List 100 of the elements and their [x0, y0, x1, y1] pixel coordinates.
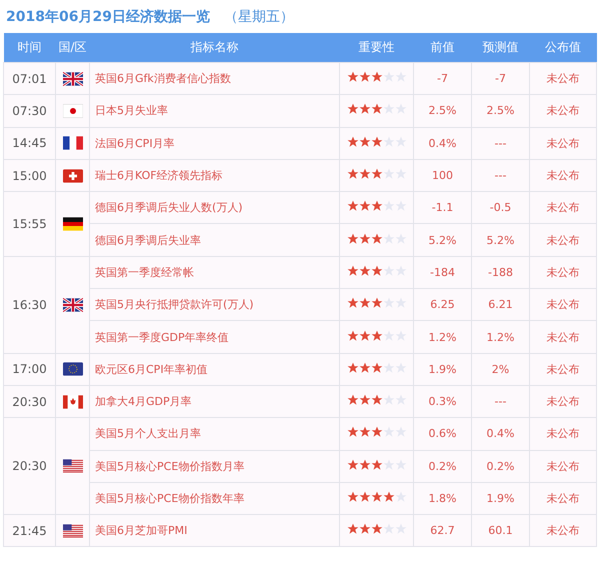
previous-value: 62.7 [430, 524, 455, 538]
star-icon [346, 458, 358, 471]
indicator-name: 英国第一季度GDP年率终值 [95, 330, 229, 344]
page-title: 2018年06月29日经济数据一览 [6, 8, 210, 26]
star-icon [370, 523, 382, 536]
previous-value: 100 [432, 169, 453, 182]
forecast-value: 1.9% [486, 492, 514, 505]
time-cell: 15:55 [12, 216, 47, 231]
time-cell: 07:30 [12, 104, 47, 118]
star-icon [370, 71, 382, 84]
forecast-value: 60.1 [488, 524, 513, 538]
time-cell: 16:30 [12, 298, 47, 312]
star-icon [382, 136, 394, 148]
forecast-value: 5.2% [486, 234, 514, 247]
column-header: 时间 [18, 40, 42, 54]
time-cell: 14:45 [12, 136, 47, 150]
star-icon [358, 264, 370, 277]
actual-value: 未公布 [546, 72, 580, 86]
star-icon [358, 426, 370, 438]
forecast-value: 1.2% [486, 330, 514, 344]
column-header: 重要性 [358, 40, 394, 54]
column-header: 指标名称 [190, 40, 238, 54]
actual-value: 未公布 [546, 524, 580, 538]
actual-value: 未公布 [546, 362, 580, 376]
forecast-value: --- [494, 169, 506, 182]
actual-value: 未公布 [546, 136, 580, 150]
star-icon [358, 394, 370, 406]
previous-value: 1.2% [428, 330, 456, 344]
star-icon [358, 232, 370, 245]
star-icon [382, 362, 394, 374]
star-icon [382, 426, 394, 438]
indicator-name: 英国6月Gfk消费者信心指数 [95, 72, 231, 86]
indicator-name: 德国6月季调后失业人数(万人) [95, 201, 243, 214]
star-icon [358, 330, 370, 342]
indicator-name: 法国6月CPI月率 [95, 136, 175, 150]
star-icon [358, 200, 370, 212]
flag-icon [62, 216, 82, 231]
star-icon [346, 523, 358, 536]
previous-value: -184 [430, 266, 455, 279]
indicator-name: 德国6月季调后失业率 [95, 234, 201, 247]
star-icon [382, 232, 394, 245]
forecast-value: 2% [492, 362, 510, 376]
forecast-value: 0.2% [486, 460, 514, 473]
forecast-value: --- [494, 395, 506, 408]
forecast-value: 6.21 [488, 298, 513, 312]
star-icon [346, 136, 358, 148]
flag-icon [62, 104, 82, 118]
star-icon [370, 458, 382, 471]
previous-value: 0.2% [428, 460, 456, 473]
flag-icon [62, 524, 82, 538]
actual-value: 未公布 [546, 201, 580, 214]
star-icon [394, 491, 406, 503]
indicator-name: 美国5月核心PCE物价指数年率 [95, 492, 244, 505]
star-icon [358, 523, 370, 536]
star-icon [346, 330, 358, 342]
actual-value: 未公布 [546, 169, 580, 182]
star-icon [346, 297, 358, 310]
previous-value: 2.5% [428, 104, 456, 118]
star-icon [382, 523, 394, 536]
forecast-value: 0.4% [486, 427, 514, 440]
star-icon [346, 394, 358, 406]
star-icon [358, 168, 370, 180]
actual-value: 未公布 [546, 298, 580, 312]
star-icon [346, 362, 358, 374]
time-cell: 20:30 [12, 394, 47, 409]
star-icon [370, 264, 382, 277]
time-cell: 15:00 [12, 168, 47, 183]
flag-icon [62, 298, 82, 312]
indicator-name: 瑞士6月KOF经济领先指标 [95, 169, 223, 182]
forecast-value: -7 [495, 72, 506, 86]
star-icon [370, 232, 382, 245]
indicator-name: 美国5月核心PCE物价指数月率 [95, 460, 244, 473]
previous-value: -7 [437, 72, 448, 86]
star-icon [346, 168, 358, 180]
star-icon [346, 491, 358, 503]
star-icon [370, 200, 382, 212]
actual-value: 未公布 [546, 330, 580, 344]
star-icon [382, 168, 394, 180]
flag-icon [62, 168, 82, 183]
previous-value: 1.8% [428, 492, 456, 505]
forecast-value: 2.5% [486, 104, 514, 118]
flag-icon [62, 459, 82, 474]
actual-value: 未公布 [546, 427, 580, 440]
indicator-name: 英国第一季度经常帐 [95, 266, 194, 279]
star-icon [370, 426, 382, 438]
star-icon [382, 458, 394, 471]
previous-value: 6.25 [430, 298, 455, 312]
star-icon [358, 136, 370, 148]
star-icon [358, 297, 370, 310]
flag-icon [62, 394, 82, 409]
time-cell: 20:30 [12, 459, 47, 474]
previous-value: 0.4% [428, 136, 456, 150]
forecast-value: --- [494, 136, 506, 150]
actual-value: 未公布 [546, 104, 580, 118]
star-icon [358, 362, 370, 374]
star-icon [358, 71, 370, 84]
previous-value: 0.3% [428, 395, 456, 408]
flag-icon [62, 72, 82, 86]
actual-value: 未公布 [546, 492, 580, 505]
actual-value: 未公布 [546, 234, 580, 247]
